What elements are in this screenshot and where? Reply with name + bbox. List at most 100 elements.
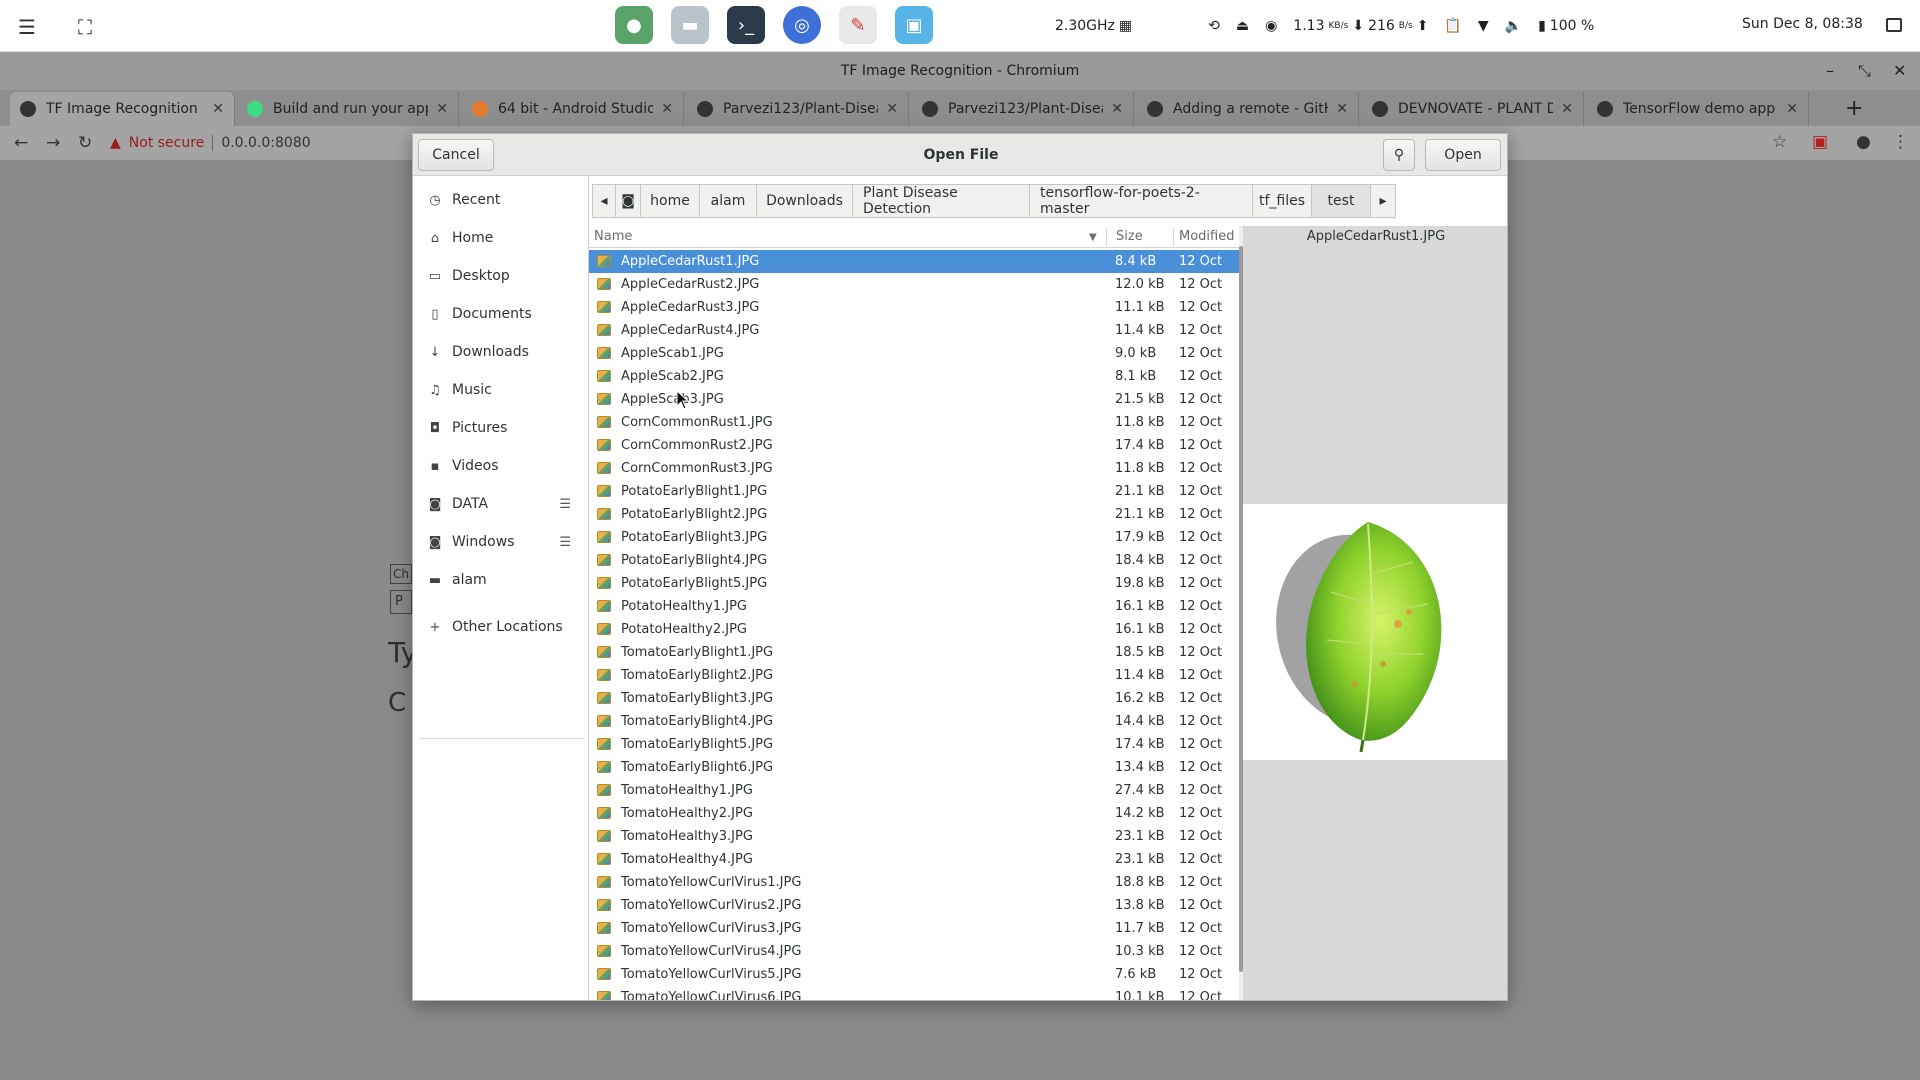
file-row[interactable]: CornCommonRust2.JPG 17.4 kB 12 Oct (589, 434, 1239, 457)
column-header-size[interactable]: Size (1116, 229, 1143, 244)
sidebar-item-downloads[interactable]: ↓ Downloads (413, 336, 589, 368)
file-row[interactable]: AppleCedarRust4.JPG 11.4 kB 12 Oct (589, 319, 1239, 342)
unmount-icon[interactable]: ☰ (559, 535, 571, 550)
file-row[interactable]: TomatoHealthy1.JPG 27.4 kB 12 Oct (589, 779, 1239, 802)
tab-devnovate[interactable]: DEVNOVATE - PLANT DIS ✕ (1362, 92, 1584, 126)
path-crumb-alam[interactable]: alam (699, 184, 757, 218)
sidebar-item-recent[interactable]: ◷ Recent (413, 184, 589, 216)
sidebar-item-home[interactable]: ⌂ Home (413, 222, 589, 254)
path-scroll-right-icon[interactable]: ▸ (1370, 184, 1396, 218)
path-crumb-home[interactable]: home (640, 184, 700, 218)
file-row[interactable]: PotatoHealthy1.JPG 16.1 kB 12 Oct (589, 595, 1239, 618)
sync-icon[interactable]: ⟲ (1208, 18, 1220, 34)
file-row[interactable]: TomatoHealthy4.JPG 23.1 kB 12 Oct (589, 848, 1239, 871)
tab-close-icon[interactable]: ✕ (1111, 101, 1123, 117)
open-button[interactable]: Open (1425, 139, 1501, 171)
tab-close-icon[interactable]: ✕ (661, 101, 673, 117)
clipboard-icon[interactable]: 📋 (1444, 18, 1461, 34)
extension-icon[interactable]: ▣ (1812, 132, 1828, 152)
file-row[interactable]: TomatoYellowCurlVirus6.JPG 10.1 kB 12 Oct (589, 986, 1239, 1000)
file-row[interactable]: TomatoYellowCurlVirus5.JPG 7.6 kB 12 Oct (589, 963, 1239, 986)
minimize-icon[interactable]: – (1826, 52, 1834, 90)
wifi-icon[interactable]: ▼ (1478, 18, 1489, 34)
tab-adding-remote[interactable]: Adding a remote - GitHub ✕ (1137, 92, 1359, 126)
sidebar-item-music[interactable]: ♫ Music (413, 374, 589, 406)
column-header-name[interactable]: Name (594, 229, 632, 244)
file-row[interactable]: TomatoHealthy3.JPG 23.1 kB 12 Oct (589, 825, 1239, 848)
android-studio-app-icon[interactable]: ● (615, 6, 653, 44)
software-store-app-icon[interactable]: ▣ (895, 6, 933, 44)
sort-descending-icon[interactable]: ▼ (1089, 232, 1097, 243)
file-row[interactable]: TomatoEarlyBlight2.JPG 11.4 kB 12 Oct (589, 664, 1239, 687)
unmount-icon[interactable]: ☰ (559, 497, 571, 512)
clock[interactable]: Sun Dec 8, 08:38 (1742, 16, 1863, 32)
eject-icon[interactable]: ⏏ (1236, 18, 1249, 34)
profile-avatar-icon[interactable]: ● (1856, 132, 1871, 152)
file-row[interactable]: PotatoEarlyBlight5.JPG 19.8 kB 12 Oct (589, 572, 1239, 595)
file-row[interactable]: AppleScab2.JPG 8.1 kB 12 Oct (589, 365, 1239, 388)
file-row[interactable]: TomatoYellowCurlVirus1.JPG 18.8 kB 12 Oct (589, 871, 1239, 894)
tab-github-plant-2[interactable]: Parvezi123/Plant-Disease ✕ (912, 92, 1134, 126)
workspace-icon[interactable] (1886, 18, 1902, 32)
file-row[interactable]: TomatoEarlyBlight6.JPG 13.4 kB 12 Oct (589, 756, 1239, 779)
chromium-app-icon[interactable]: ◎ (783, 6, 821, 44)
sidebar-item-other-locations[interactable]: + Other Locations (413, 611, 589, 643)
file-row[interactable]: TomatoEarlyBlight5.JPG 17.4 kB 12 Oct (589, 733, 1239, 756)
file-row[interactable]: AppleCedarRust2.JPG 12.0 kB 12 Oct (589, 273, 1239, 296)
choose-file-button[interactable]: Ch (390, 564, 412, 584)
file-row[interactable]: AppleCedarRust3.JPG 11.1 kB 12 Oct (589, 296, 1239, 319)
close-window-icon[interactable]: ✕ (1893, 52, 1906, 90)
path-scroll-left-icon[interactable]: ◂ (592, 184, 616, 218)
back-icon[interactable]: ← (14, 133, 28, 153)
file-row[interactable]: TomatoEarlyBlight1.JPG 18.5 kB 12 Oct (589, 641, 1239, 664)
file-row[interactable]: AppleScab1.JPG 9.0 kB 12 Oct (589, 342, 1239, 365)
file-row[interactable]: PotatoEarlyBlight3.JPG 17.9 kB 12 Oct (589, 526, 1239, 549)
tab-close-icon[interactable]: ✕ (1336, 101, 1348, 117)
tab-close-icon[interactable]: ✕ (886, 101, 898, 117)
file-row[interactable]: TomatoYellowCurlVirus2.JPG 13.8 kB 12 Oct (589, 894, 1239, 917)
menu-dots-icon[interactable]: ⋮ (1892, 132, 1909, 152)
file-row[interactable]: PotatoHealthy2.JPG 16.1 kB 12 Oct (589, 618, 1239, 641)
sidebar-item-documents[interactable]: ▯ Documents (413, 298, 589, 330)
file-row[interactable]: AppleCedarRust1.JPG 8.4 kB 12 Oct (589, 250, 1239, 273)
search-button[interactable]: ⚲ (1383, 139, 1415, 171)
path-root-drive-icon[interactable]: ◙ (615, 184, 641, 218)
cpu-indicator[interactable]: 2.30GHz ▦ (1055, 18, 1132, 34)
path-crumb-plant-disease-detection[interactable]: Plant Disease Detection (852, 184, 1030, 218)
sidebar-item-pictures[interactable]: ◘ Pictures (413, 412, 589, 444)
file-row[interactable]: TomatoHealthy2.JPG 14.2 kB 12 Oct (589, 802, 1239, 825)
predict-button[interactable]: P (390, 590, 412, 614)
tab-close-icon[interactable]: ✕ (436, 101, 448, 117)
file-row[interactable]: PotatoEarlyBlight2.JPG 21.1 kB 12 Oct (589, 503, 1239, 526)
tab-tf-image-recognition[interactable]: TF Image Recognition ✕ (10, 92, 235, 126)
network-speed[interactable]: 1.13 KB/s ⬇ 216 B/s ⬆ (1293, 18, 1428, 34)
path-crumb-tf-files[interactable]: tf_files (1252, 184, 1312, 218)
reload-icon[interactable]: ↻ (78, 133, 92, 153)
sidebar-item-desktop[interactable]: ▭ Desktop (413, 260, 589, 292)
file-row[interactable]: PotatoEarlyBlight4.JPG 18.4 kB 12 Oct (589, 549, 1239, 572)
tab-build-run[interactable]: Build and run your app ✕ (237, 92, 459, 126)
bookmark-star-icon[interactable]: ☆ (1772, 132, 1787, 152)
tab-close-icon[interactable]: ✕ (1561, 101, 1573, 117)
new-tab-icon[interactable]: + (1845, 96, 1863, 121)
file-row[interactable]: PotatoEarlyBlight1.JPG 21.1 kB 12 Oct (589, 480, 1239, 503)
sidebar-item-alam[interactable]: ▬ alam (413, 564, 589, 596)
file-row[interactable]: TomatoYellowCurlVirus3.JPG 11.7 kB 12 Oct (589, 917, 1239, 940)
path-crumb-test[interactable]: test (1311, 184, 1371, 218)
tab-close-icon[interactable]: ✕ (1786, 101, 1798, 117)
terminal-app-icon[interactable]: ›_ (727, 6, 765, 44)
zorin-menu-icon[interactable]: ☰ (10, 10, 44, 44)
tab-close-icon[interactable]: ✕ (212, 101, 224, 117)
file-row[interactable]: CornCommonRust1.JPG 11.8 kB 12 Oct (589, 411, 1239, 434)
sidebar-item-data[interactable]: ◙ DATA ☰ (413, 488, 589, 520)
sidebar-item-videos[interactable]: ▪ Videos (413, 450, 589, 482)
sidebar-item-windows[interactable]: ◙ Windows ☰ (413, 526, 589, 558)
battery-indicator[interactable]: ▮ 100 % (1538, 18, 1594, 34)
file-row[interactable]: TomatoYellowCurlVirus4.JPG 10.3 kB 12 Oct (589, 940, 1239, 963)
volume-icon[interactable]: 🔈 (1505, 18, 1522, 34)
drive-status-icon[interactable]: ◉ (1265, 18, 1277, 34)
tab-tensorflow-demo[interactable]: TensorFlow demo app cra ✕ (1587, 92, 1809, 126)
path-crumb-tensorflow-for-poets[interactable]: tensorflow-for-poets-2-master (1029, 184, 1253, 218)
files-app-icon[interactable]: ▬ (671, 6, 709, 44)
restore-icon[interactable]: ⤡ (1858, 52, 1871, 90)
